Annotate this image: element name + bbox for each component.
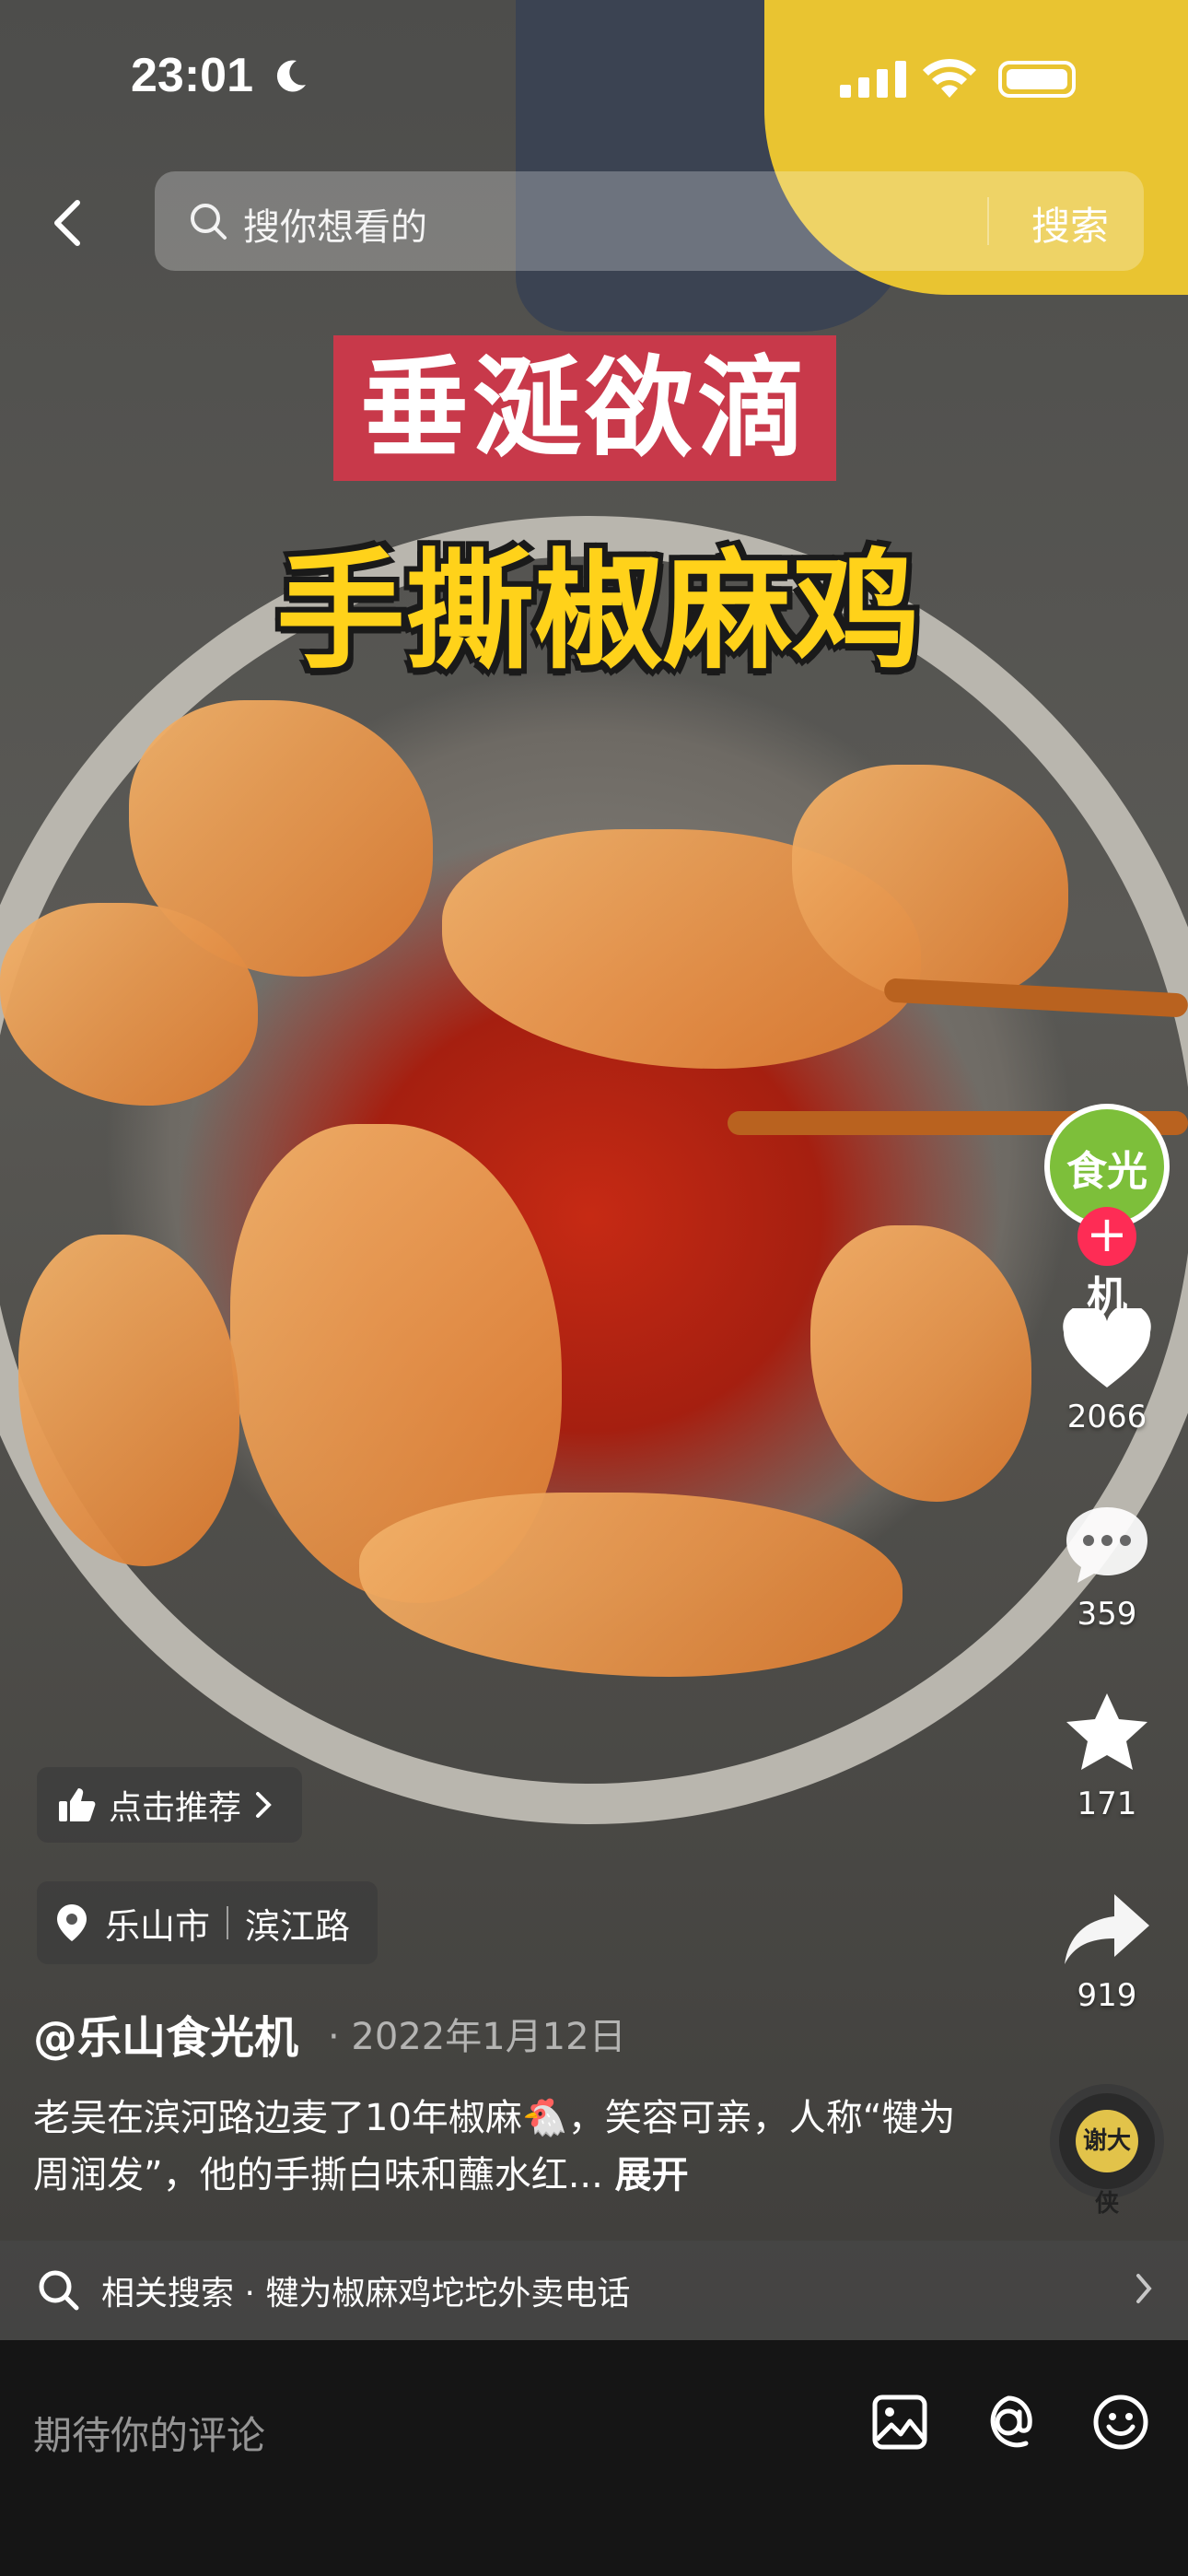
location-divider (227, 1906, 229, 1939)
search-divider (987, 197, 989, 245)
search-icon (191, 204, 227, 240)
chevron-right-icon (1136, 2274, 1152, 2303)
emoji-icon[interactable] (1092, 2394, 1149, 2451)
location-tag[interactable]: 乐山市 滨江路 (37, 1881, 379, 1964)
music-disc-label: 谢大侠 (1076, 2110, 1138, 2218)
post-description: 老吴在滨河路边麦了10年椒麻🐔，笑容可亲，人称“犍为周润发”，他的手撕白味和蘸水… (33, 2090, 991, 2204)
recommend-label: 点击推荐 (109, 1789, 242, 1827)
description-text: 老吴在滨河路边麦了10年椒麻🐔，笑容可亲，人称“犍为周润发”，他的手撕白味和蘸水… (33, 2097, 956, 2196)
like-button[interactable]: 2066 (1050, 1308, 1164, 1435)
music-disc[interactable]: 谢大侠 (1050, 2084, 1164, 2218)
comment-button[interactable]: 359 (1050, 1504, 1164, 1633)
thumbs-up-icon (59, 1788, 96, 1821)
back-arrow-icon[interactable] (41, 193, 99, 252)
favorite-button[interactable]: 171 (1050, 1692, 1164, 1822)
recommend-button[interactable]: 点击推荐 (37, 1767, 303, 1843)
mention-icon[interactable] (980, 2394, 1037, 2451)
comment-input[interactable]: 期待你的评论 (33, 2405, 265, 2461)
follow-button[interactable]: + (1077, 1207, 1136, 1266)
image-icon[interactable] (871, 2394, 928, 2451)
like-count: 2066 (1066, 1399, 1147, 1435)
moon-icon (276, 60, 306, 92)
search-button[interactable]: 搜索 (1031, 195, 1109, 252)
location-city: 乐山市 (105, 1905, 211, 1947)
post-date: · 2022年1月12日 (328, 2016, 626, 2058)
share-count: 919 (1077, 1977, 1137, 2014)
wifi-icon (923, 58, 976, 98)
share-icon (1065, 1894, 1149, 1964)
signal-icon (840, 61, 906, 98)
video-caption-line1: 垂涎欲滴 (333, 335, 836, 481)
chevron-right-icon (256, 1792, 272, 1818)
heart-icon (1063, 1308, 1151, 1388)
location-pin-icon (57, 1904, 87, 1941)
expand-link[interactable]: 展开 (615, 2154, 689, 2196)
related-search-label: 相关搜索 · 犍为椒麻鸡坨坨外卖电话 (101, 2275, 631, 2313)
comment-bar: 期待你的评论 (0, 2340, 1188, 2576)
comment-icon (1066, 1507, 1147, 1583)
video-caption-line2: 手撕椒麻鸡 (275, 537, 921, 687)
share-button[interactable]: 919 (1050, 1891, 1164, 2014)
star-icon (1066, 1693, 1147, 1770)
status-time: 23:01 (131, 49, 253, 102)
author-name[interactable]: @乐山食光机 (33, 2001, 298, 2066)
favorite-count: 171 (1077, 1786, 1137, 1822)
location-place: 滨江路 (245, 1905, 351, 1947)
comment-count: 359 (1077, 1596, 1137, 1633)
search-bar[interactable]: 搜你想看的 搜索 (155, 171, 1144, 271)
status-bar: 23:01 (0, 0, 1188, 147)
search-placeholder[interactable]: 搜你想看的 (243, 197, 427, 251)
related-search-bar[interactable]: 相关搜索 · 犍为椒麻鸡坨坨外卖电话 (0, 2241, 1188, 2340)
search-icon (39, 2270, 79, 2311)
battery-icon (998, 61, 1076, 98)
